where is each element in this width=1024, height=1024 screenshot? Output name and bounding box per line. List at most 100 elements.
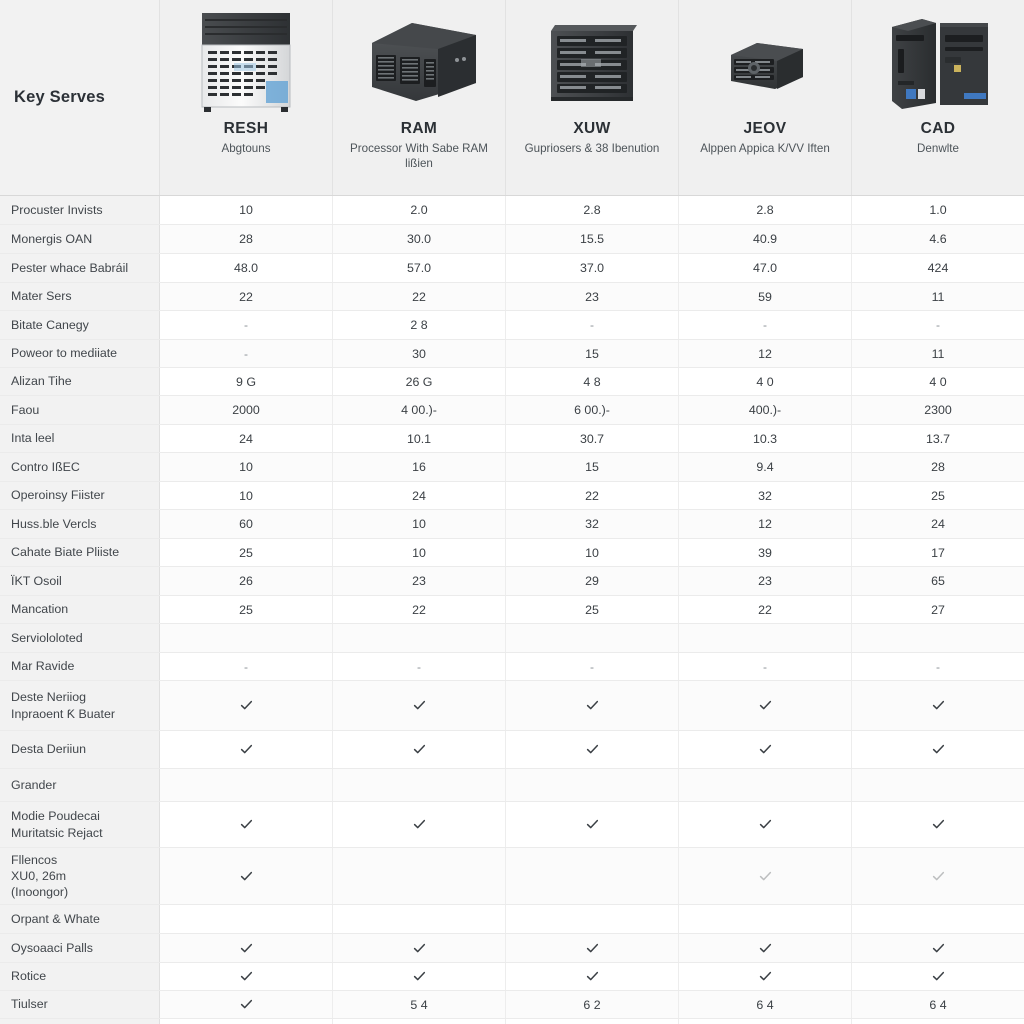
- empty-dash: -: [763, 659, 767, 674]
- table-cell: 6 4: [929, 997, 947, 1012]
- row-label: Monergis OAN: [0, 225, 160, 253]
- table-cell: 57.0: [333, 254, 506, 282]
- row-label-text: Rotice: [11, 969, 47, 984]
- table-row: Faou 2000 4 00.)- 6 00.)- 400.)- 2300: [0, 396, 1024, 425]
- table-cell: 4 00.)-: [333, 396, 506, 424]
- row-label: Rotice: [0, 963, 160, 990]
- table-cell: 10.3: [679, 425, 852, 452]
- table-cell: 15: [506, 453, 679, 481]
- table-cell: 47.0: [679, 254, 852, 282]
- table-cell: [506, 681, 679, 730]
- table-cell: [679, 848, 852, 904]
- table-cell: 10.1: [333, 425, 506, 452]
- row-label-text: Huss.ble Vercls: [11, 516, 97, 531]
- table-row: Contro IßEC 10 16 15 9.4 28: [0, 453, 1024, 482]
- table-row: Serviololoted: [0, 624, 1024, 653]
- table-cell: 26 G: [333, 368, 506, 395]
- row-label-text: Orpant & Whate: [11, 911, 100, 926]
- table-cell: 10: [160, 453, 333, 481]
- table-cell: 25: [160, 596, 333, 623]
- table-cell: 4 0: [929, 374, 947, 389]
- server-rack-4u-icon: [333, 0, 505, 118]
- table-cell: [679, 802, 852, 847]
- table-cell: [333, 624, 506, 652]
- table-row: Procuster Invists 10 2.0 2.8 2.8 1.0: [0, 196, 1024, 225]
- table-row: Tiulser 5 46 26 46 4: [0, 991, 1024, 1019]
- row-label-text: Contro IßEC: [11, 459, 80, 474]
- column-header-resh[interactable]: RESH Abgtouns: [160, 0, 333, 195]
- table-cell: [679, 769, 852, 801]
- table-cell: [506, 624, 679, 652]
- empty-dash: -: [936, 318, 940, 332]
- row-label: Mater Sers: [0, 283, 160, 310]
- table-row: Dowolued Beráhm 0 80 50 47 3: [0, 1019, 1024, 1024]
- server-1u-icon: [679, 0, 851, 118]
- check-icon: [759, 942, 772, 955]
- table-row: Mancation 25 22 25 22 27: [0, 596, 1024, 624]
- check-icon: [759, 870, 772, 883]
- check-icon: [240, 998, 253, 1011]
- table-cell: 6 2: [506, 991, 679, 1018]
- check-icon: [240, 970, 253, 983]
- table-cell: 37.0: [506, 254, 679, 282]
- column-header-xuw[interactable]: XUW Gupriosers & 38 Ibenution: [506, 0, 679, 195]
- empty-dash: -: [417, 659, 421, 674]
- table-row: Oysoaaci Palls: [0, 934, 1024, 963]
- table-cell: 12: [679, 340, 852, 367]
- row-label: Operoinsy Fiister: [0, 482, 160, 509]
- table-cell: 28: [931, 460, 945, 474]
- column-header-cad[interactable]: CAD Denwlte: [852, 0, 1024, 195]
- table-cell: [333, 963, 506, 990]
- row-label: Inta leel: [0, 425, 160, 452]
- check-icon: [413, 942, 426, 955]
- table-cell: [679, 934, 852, 962]
- row-label: Procuster Invists: [0, 196, 160, 224]
- check-icon: [240, 743, 253, 756]
- table-cell: [160, 624, 333, 652]
- column-header-name: CAD: [920, 120, 956, 137]
- table-cell: 23: [333, 567, 506, 595]
- table-cell: 2000: [160, 396, 333, 424]
- table-cell: [679, 963, 852, 990]
- row-label: Cahate Biate Pliiste: [0, 539, 160, 566]
- row-label-text: Alizan Tihe: [11, 374, 72, 389]
- table-cell: 4 0: [679, 368, 852, 395]
- table-row: Grander: [0, 769, 1024, 802]
- table-cell: 32: [506, 510, 679, 538]
- row-label: Mancation: [0, 596, 160, 623]
- check-icon: [240, 870, 253, 883]
- table-cell: -: [160, 340, 333, 367]
- table-cell: 9.4: [679, 453, 852, 481]
- table-cell: 4 8: [506, 368, 679, 395]
- row-label: Poweor to mediiate: [0, 340, 160, 367]
- row-label-text: Fllencos XU0, 26m (Inoongor): [11, 852, 69, 900]
- table-cell: 6 00.)-: [506, 396, 679, 424]
- table-cell: 17: [931, 545, 945, 560]
- table-cell: 22: [506, 482, 679, 509]
- row-label-text: Inta leel: [11, 431, 55, 446]
- row-label: Bitate Canegy: [0, 311, 160, 339]
- table-cell: [506, 848, 679, 904]
- table-cell: 424: [927, 261, 949, 275]
- table-cell: [333, 681, 506, 730]
- row-label-text: ÏKT Osoil: [11, 573, 62, 588]
- row-label: Grander: [0, 769, 160, 801]
- table-row: Deste Neriiog Inpraoent Ƙ Buater: [0, 681, 1024, 731]
- server-tower-icon: [160, 0, 332, 118]
- table-row: Orpant & Whate: [0, 905, 1024, 934]
- table-cell: 30.0: [333, 225, 506, 253]
- row-label: ÏKT Osoil: [0, 567, 160, 595]
- table-cell: [160, 802, 333, 847]
- row-label: Faou: [0, 396, 160, 424]
- check-icon: [586, 942, 599, 955]
- table-cell: 28: [160, 225, 333, 253]
- table-cell: 40.9: [679, 225, 852, 253]
- check-icon: [932, 970, 945, 983]
- check-icon: [413, 970, 426, 983]
- column-header-jeov[interactable]: JEOV Alppen Appica K/VV Iften: [679, 0, 852, 195]
- column-header-ram[interactable]: RAM Processor With Sabe RAM lißien: [333, 0, 506, 195]
- table-cell: 10: [160, 482, 333, 509]
- column-header-name: JEOV: [743, 120, 787, 137]
- column-header-name: XUW: [573, 120, 611, 137]
- row-label-text: Cahate Biate Pliiste: [11, 545, 120, 560]
